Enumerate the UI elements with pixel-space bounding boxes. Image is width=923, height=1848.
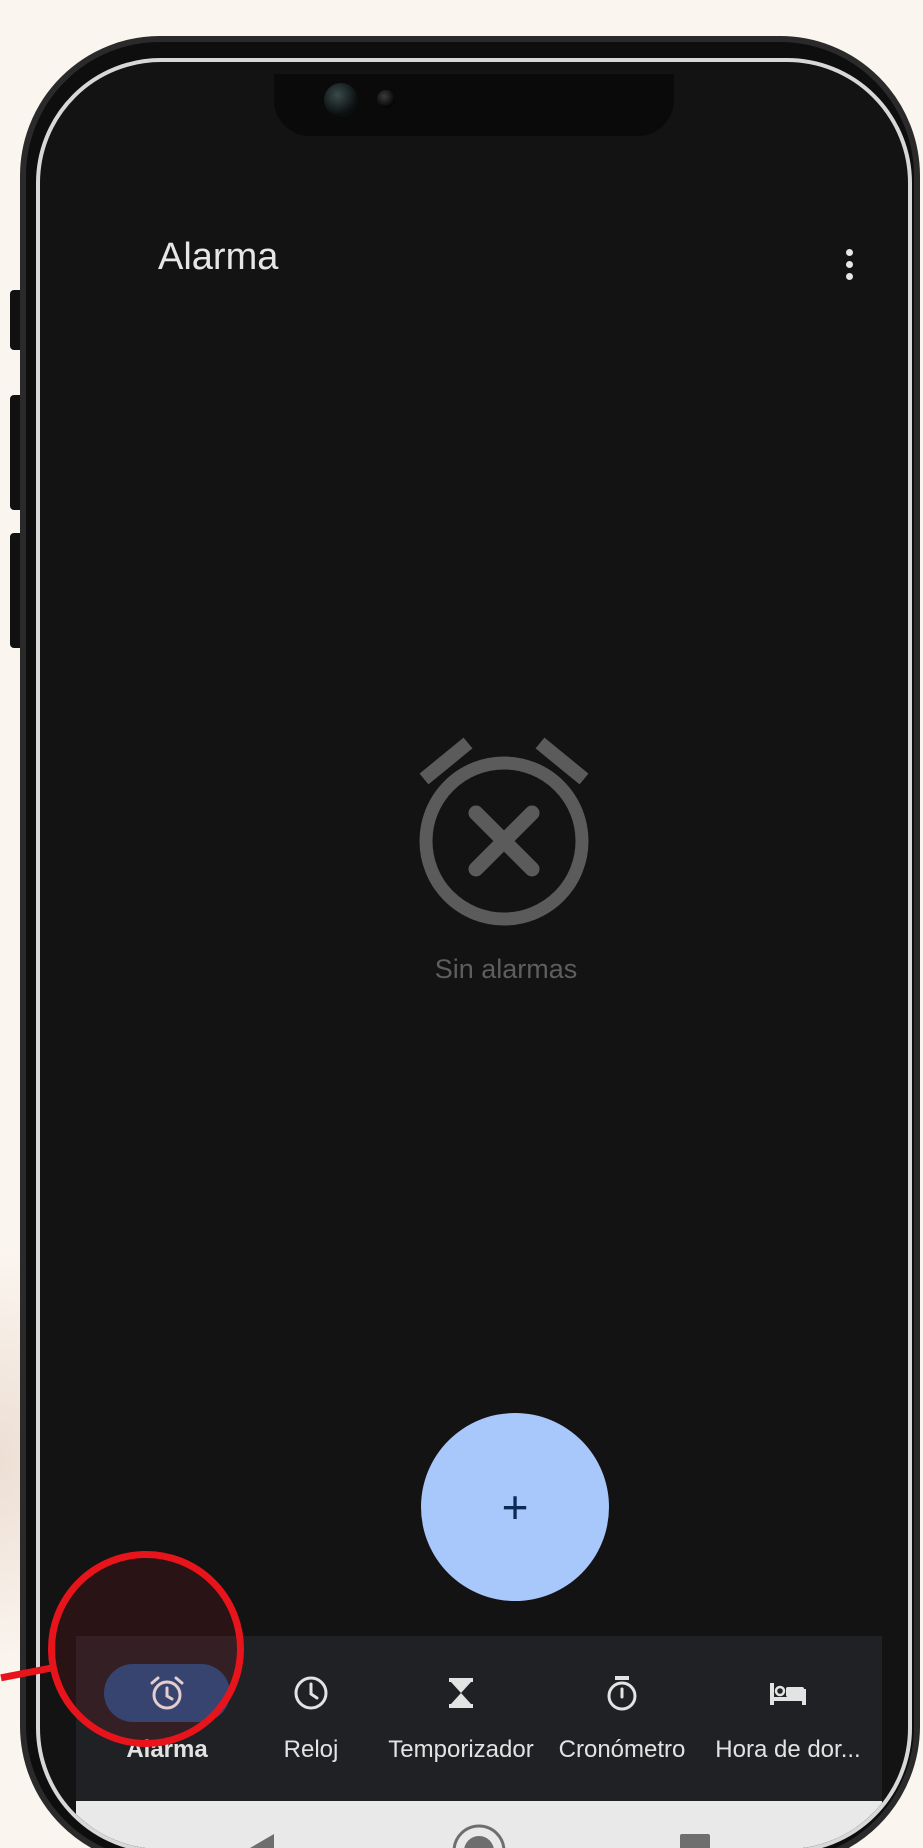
add-alarm-button[interactable]: + (421, 1413, 609, 1601)
tab-reloj[interactable]: Reloj (256, 1636, 366, 1801)
tab-icon-wrap (398, 1664, 524, 1722)
add-icon: + (501, 1481, 529, 1533)
front-camera (324, 83, 358, 117)
page: Alarma Sin alarmas + Alarma Reloj Tempor… (0, 0, 923, 1848)
clock-icon (294, 1676, 328, 1710)
menu-dot (845, 248, 853, 256)
camera-sensor (377, 90, 395, 108)
tab-icon-wrap (248, 1664, 374, 1722)
empty-state-text: Sin alarmas (434, 954, 578, 984)
hourglass-icon (449, 1678, 473, 1708)
more-vert-icon[interactable] (832, 242, 866, 286)
tab-label: Reloj (283, 1736, 339, 1763)
tab-icon-wrap (559, 1664, 685, 1722)
annotation-highlight-circle (48, 1551, 244, 1747)
tab-cronometro[interactable]: Cronómetro (550, 1636, 694, 1801)
tab-label: Temporizador (388, 1736, 534, 1763)
tab-icon-wrap (725, 1664, 851, 1722)
stopwatch-icon (607, 1676, 637, 1711)
bed-icon (770, 1683, 806, 1705)
recents-square-icon[interactable] (680, 1834, 710, 1848)
back-triangle-icon[interactable] (246, 1831, 278, 1848)
home-circle-icon[interactable] (451, 1823, 507, 1848)
tab-temporizador[interactable]: Temporizador (378, 1636, 544, 1801)
menu-dot (845, 272, 853, 280)
menu-dot (845, 260, 853, 268)
system-navigation-bar (76, 1801, 882, 1848)
tab-label: Hora de dor... (715, 1736, 861, 1763)
tab-label: Cronómetro (558, 1736, 686, 1763)
alarm-off-icon (404, 731, 604, 931)
tab-hora-de-dormir[interactable]: Hora de dor... (702, 1636, 874, 1801)
page-title: Alarma (158, 236, 279, 278)
